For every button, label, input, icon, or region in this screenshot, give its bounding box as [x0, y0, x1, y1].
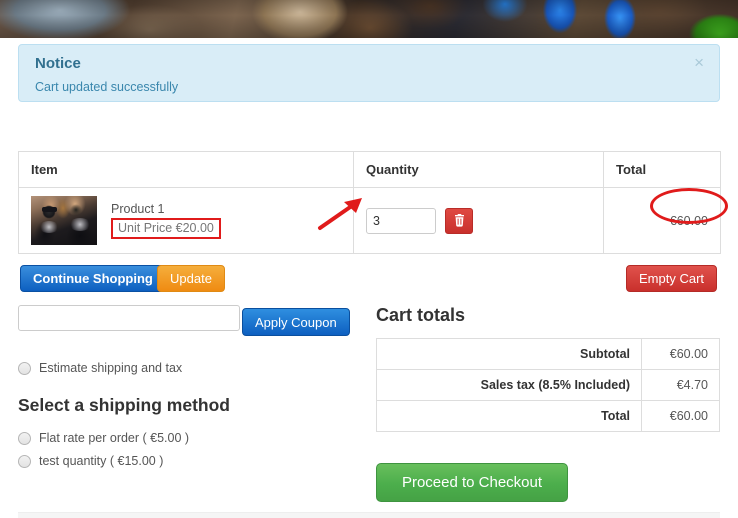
column-header-total: Total [603, 151, 721, 188]
apply-coupon-button[interactable]: Apply Coupon [242, 308, 350, 336]
notice-alert: Notice Cart updated successfully × [18, 44, 720, 102]
delete-item-button[interactable] [445, 207, 473, 234]
notice-message: Cart updated successfully [35, 80, 179, 94]
quantity-input[interactable] [366, 207, 436, 234]
table-row: Product 1 Unit Price €20.00 3 €60.00 [18, 187, 721, 254]
table-row: Subtotal €60.00 [376, 338, 720, 370]
notice-title: Notice [35, 55, 81, 72]
cart-items-table: Item Quantity Total Product 1 Unit Price… [18, 151, 721, 254]
shipping-method-label: Flat rate per order ( €5.00 ) [39, 431, 190, 445]
cart-totals-table: Subtotal €60.00 Sales tax (8.5% Included… [376, 338, 720, 432]
proceed-to-checkout-button[interactable]: Proceed to Checkout [376, 463, 568, 502]
table-row: Sales tax (8.5% Included) €4.70 [376, 369, 720, 401]
coupon-code-input[interactable] [18, 305, 240, 331]
cart-totals-heading: Cart totals [376, 305, 466, 325]
estimate-shipping-row[interactable]: Estimate shipping and tax [18, 361, 182, 375]
thumbnail-highlight-right [69, 218, 91, 231]
totals-label-total: Total [376, 400, 642, 432]
shipping-method-flat-rate[interactable]: Flat rate per order ( €5.00 ) [18, 431, 189, 445]
header-banner-image [0, 0, 738, 38]
footer-divider [18, 512, 720, 518]
shipping-method-label: test quantity ( €15.00 ) [39, 454, 164, 468]
cell-item: Product 1 Unit Price €20.00 [18, 187, 354, 254]
cart-page: Notice Cart updated successfully × Item … [0, 0, 738, 518]
sunglasses-detail [42, 207, 57, 212]
cell-total: €60.00 [603, 187, 721, 254]
shipping-method-test-quantity[interactable]: test quantity ( €15.00 ) [18, 454, 163, 468]
update-cart-button[interactable]: Update [157, 265, 225, 292]
product-name[interactable]: Product 1 [111, 202, 221, 216]
table-row: Total €60.00 [376, 400, 720, 432]
banner-shade-overlay [0, 0, 738, 38]
thumbnail-highlight-left [39, 221, 59, 233]
radio-estimate-shipping[interactable] [18, 361, 31, 375]
totals-value-subtotal: €60.00 [641, 338, 720, 370]
continue-shopping-button[interactable]: Continue Shopping [20, 265, 166, 292]
table-header-row: Item Quantity Total [18, 151, 721, 188]
column-header-item: Item [18, 151, 354, 188]
product-unit-price: Unit Price €20.00 [111, 218, 221, 239]
radio-test-quantity[interactable] [18, 454, 31, 468]
totals-value-total: €60.00 [641, 400, 720, 432]
estimate-shipping-label: Estimate shipping and tax [39, 361, 183, 375]
radio-flat-rate[interactable] [18, 431, 31, 445]
shipping-method-heading: Select a shipping method [18, 395, 230, 415]
trash-icon [454, 214, 465, 227]
totals-label-subtotal: Subtotal [376, 338, 642, 370]
column-header-quantity: Quantity [353, 151, 604, 188]
totals-label-sales-tax: Sales tax (8.5% Included) [376, 369, 642, 401]
totals-value-sales-tax: €4.70 [641, 369, 720, 401]
close-icon[interactable]: × [690, 52, 708, 73]
empty-cart-button[interactable]: Empty Cart [626, 265, 718, 292]
product-thumbnail[interactable] [31, 196, 97, 245]
cell-quantity [353, 187, 604, 254]
